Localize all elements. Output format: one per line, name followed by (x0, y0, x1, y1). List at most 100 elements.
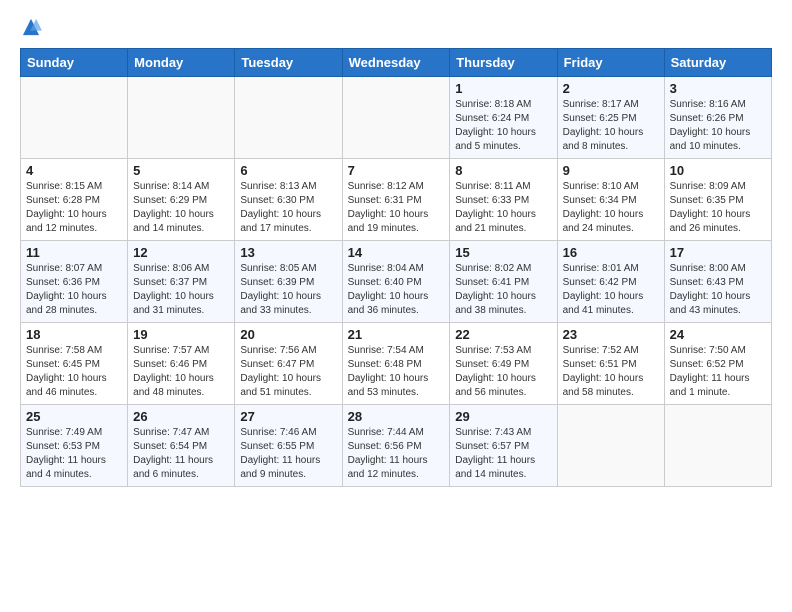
cell-text: Sunrise: 7:54 AM Sunset: 6:48 PM Dayligh… (348, 344, 445, 400)
cell-text: Sunrise: 7:53 AM Sunset: 6:49 PM Dayligh… (455, 344, 551, 400)
day-number: 5 (133, 163, 229, 178)
calendar-cell: 22 Sunrise: 7:53 AM Sunset: 6:49 PM Dayli… (450, 323, 557, 405)
cell-text: Sunrise: 8:14 AM Sunset: 6:29 PM Dayligh… (133, 180, 229, 236)
cell-text: Sunrise: 7:52 AM Sunset: 6:51 PM Dayligh… (563, 344, 659, 400)
calendar-cell: 26 Sunrise: 7:47 AM Sunset: 6:54 PM Dayli… (128, 405, 235, 487)
cell-text: Sunrise: 7:44 AM Sunset: 6:56 PM Dayligh… (348, 426, 445, 482)
cell-text: Sunrise: 7:47 AM Sunset: 6:54 PM Dayligh… (133, 426, 229, 482)
day-number: 20 (240, 327, 336, 342)
calendar-cell: 15 Sunrise: 8:02 AM Sunset: 6:41 PM Dayli… (450, 241, 557, 323)
cell-text: Sunrise: 8:02 AM Sunset: 6:41 PM Dayligh… (455, 262, 551, 318)
calendar-cell: 19 Sunrise: 7:57 AM Sunset: 6:46 PM Dayli… (128, 323, 235, 405)
calendar-cell (21, 77, 128, 159)
cell-text: Sunrise: 8:16 AM Sunset: 6:26 PM Dayligh… (670, 98, 766, 154)
calendar-cell (342, 77, 450, 159)
cell-text: Sunrise: 7:50 AM Sunset: 6:52 PM Dayligh… (670, 344, 766, 400)
calendar-cell: 17 Sunrise: 8:00 AM Sunset: 6:43 PM Dayli… (664, 241, 771, 323)
day-number: 12 (133, 245, 229, 260)
calendar-header-row: SundayMondayTuesdayWednesdayThursdayFrid… (21, 49, 772, 77)
day-number: 4 (26, 163, 122, 178)
cell-text: Sunrise: 8:18 AM Sunset: 6:24 PM Dayligh… (455, 98, 551, 154)
cell-text: Sunrise: 8:00 AM Sunset: 6:43 PM Dayligh… (670, 262, 766, 318)
cell-text: Sunrise: 8:17 AM Sunset: 6:25 PM Dayligh… (563, 98, 659, 154)
day-header-friday: Friday (557, 49, 664, 77)
cell-text: Sunrise: 7:56 AM Sunset: 6:47 PM Dayligh… (240, 344, 336, 400)
day-number: 28 (348, 409, 445, 424)
day-number: 16 (563, 245, 659, 260)
calendar-cell: 13 Sunrise: 8:05 AM Sunset: 6:39 PM Dayli… (235, 241, 342, 323)
cell-text: Sunrise: 8:10 AM Sunset: 6:34 PM Dayligh… (563, 180, 659, 236)
calendar-cell: 14 Sunrise: 8:04 AM Sunset: 6:40 PM Dayli… (342, 241, 450, 323)
day-number: 22 (455, 327, 551, 342)
day-number: 26 (133, 409, 229, 424)
calendar-cell: 7 Sunrise: 8:12 AM Sunset: 6:31 PM Daylig… (342, 159, 450, 241)
calendar-week-row: 4 Sunrise: 8:15 AM Sunset: 6:28 PM Daylig… (21, 159, 772, 241)
day-header-saturday: Saturday (664, 49, 771, 77)
cell-text: Sunrise: 8:15 AM Sunset: 6:28 PM Dayligh… (26, 180, 122, 236)
cell-text: Sunrise: 8:05 AM Sunset: 6:39 PM Dayligh… (240, 262, 336, 318)
day-number: 2 (563, 81, 659, 96)
day-number: 7 (348, 163, 445, 178)
calendar-week-row: 1 Sunrise: 8:18 AM Sunset: 6:24 PM Daylig… (21, 77, 772, 159)
calendar-table: SundayMondayTuesdayWednesdayThursdayFrid… (20, 48, 772, 487)
calendar-cell (664, 405, 771, 487)
cell-text: Sunrise: 8:12 AM Sunset: 6:31 PM Dayligh… (348, 180, 445, 236)
cell-text: Sunrise: 8:13 AM Sunset: 6:30 PM Dayligh… (240, 180, 336, 236)
day-number: 1 (455, 81, 551, 96)
calendar-cell: 2 Sunrise: 8:17 AM Sunset: 6:25 PM Daylig… (557, 77, 664, 159)
day-number: 24 (670, 327, 766, 342)
day-number: 9 (563, 163, 659, 178)
calendar-week-row: 11 Sunrise: 8:07 AM Sunset: 6:36 PM Dayli… (21, 241, 772, 323)
calendar-week-row: 18Sunrise: 7:58 AM Sunset: 6:45 PM Dayli… (21, 323, 772, 405)
calendar-cell: 8Sunrise: 8:11 AM Sunset: 6:33 PM Daylig… (450, 159, 557, 241)
calendar-cell: 24 Sunrise: 7:50 AM Sunset: 6:52 PM Dayli… (664, 323, 771, 405)
calendar-cell (557, 405, 664, 487)
day-number: 19 (133, 327, 229, 342)
logo (20, 16, 44, 38)
calendar-cell (128, 77, 235, 159)
calendar-cell: 12 Sunrise: 8:06 AM Sunset: 6:37 PM Dayli… (128, 241, 235, 323)
calendar-cell: 5 Sunrise: 8:14 AM Sunset: 6:29 PM Daylig… (128, 159, 235, 241)
day-header-monday: Monday (128, 49, 235, 77)
calendar-cell: 20 Sunrise: 7:56 AM Sunset: 6:47 PM Dayli… (235, 323, 342, 405)
day-number: 15 (455, 245, 551, 260)
day-number: 13 (240, 245, 336, 260)
calendar-cell: 9 Sunrise: 8:10 AM Sunset: 6:34 PM Daylig… (557, 159, 664, 241)
calendar-cell: 18Sunrise: 7:58 AM Sunset: 6:45 PM Dayli… (21, 323, 128, 405)
cell-text: Sunrise: 8:04 AM Sunset: 6:40 PM Dayligh… (348, 262, 445, 318)
calendar-cell: 27Sunrise: 7:46 AM Sunset: 6:55 PM Dayli… (235, 405, 342, 487)
day-number: 25 (26, 409, 122, 424)
day-header-wednesday: Wednesday (342, 49, 450, 77)
calendar-cell: 1 Sunrise: 8:18 AM Sunset: 6:24 PM Daylig… (450, 77, 557, 159)
cell-text: Sunrise: 8:07 AM Sunset: 6:36 PM Dayligh… (26, 262, 122, 318)
day-header-thursday: Thursday (450, 49, 557, 77)
day-number: 14 (348, 245, 445, 260)
day-number: 27 (240, 409, 336, 424)
calendar-cell: 29 Sunrise: 7:43 AM Sunset: 6:57 PM Dayli… (450, 405, 557, 487)
calendar-cell (235, 77, 342, 159)
cell-text: Sunrise: 8:06 AM Sunset: 6:37 PM Dayligh… (133, 262, 229, 318)
logo-icon (20, 16, 42, 38)
day-number: 6 (240, 163, 336, 178)
calendar-week-row: 25Sunrise: 7:49 AM Sunset: 6:53 PM Dayli… (21, 405, 772, 487)
day-number: 29 (455, 409, 551, 424)
calendar-cell: 3Sunrise: 8:16 AM Sunset: 6:26 PM Daylig… (664, 77, 771, 159)
cell-text: Sunrise: 7:57 AM Sunset: 6:46 PM Dayligh… (133, 344, 229, 400)
cell-text: Sunrise: 7:43 AM Sunset: 6:57 PM Dayligh… (455, 426, 551, 482)
day-number: 11 (26, 245, 122, 260)
day-number: 10 (670, 163, 766, 178)
calendar-cell: 4 Sunrise: 8:15 AM Sunset: 6:28 PM Daylig… (21, 159, 128, 241)
calendar-cell: 6 Sunrise: 8:13 AM Sunset: 6:30 PM Daylig… (235, 159, 342, 241)
calendar-cell: 21 Sunrise: 7:54 AM Sunset: 6:48 PM Dayli… (342, 323, 450, 405)
calendar-cell: 16Sunrise: 8:01 AM Sunset: 6:42 PM Dayli… (557, 241, 664, 323)
day-header-sunday: Sunday (21, 49, 128, 77)
day-number: 17 (670, 245, 766, 260)
cell-text: Sunrise: 7:58 AM Sunset: 6:45 PM Dayligh… (26, 344, 122, 400)
calendar-cell: 23Sunrise: 7:52 AM Sunset: 6:51 PM Dayli… (557, 323, 664, 405)
day-number: 8 (455, 163, 551, 178)
day-header-tuesday: Tuesday (235, 49, 342, 77)
calendar-cell: 25Sunrise: 7:49 AM Sunset: 6:53 PM Dayli… (21, 405, 128, 487)
cell-text: Sunrise: 8:09 AM Sunset: 6:35 PM Dayligh… (670, 180, 766, 236)
day-number: 21 (348, 327, 445, 342)
calendar-cell: 11 Sunrise: 8:07 AM Sunset: 6:36 PM Dayli… (21, 241, 128, 323)
